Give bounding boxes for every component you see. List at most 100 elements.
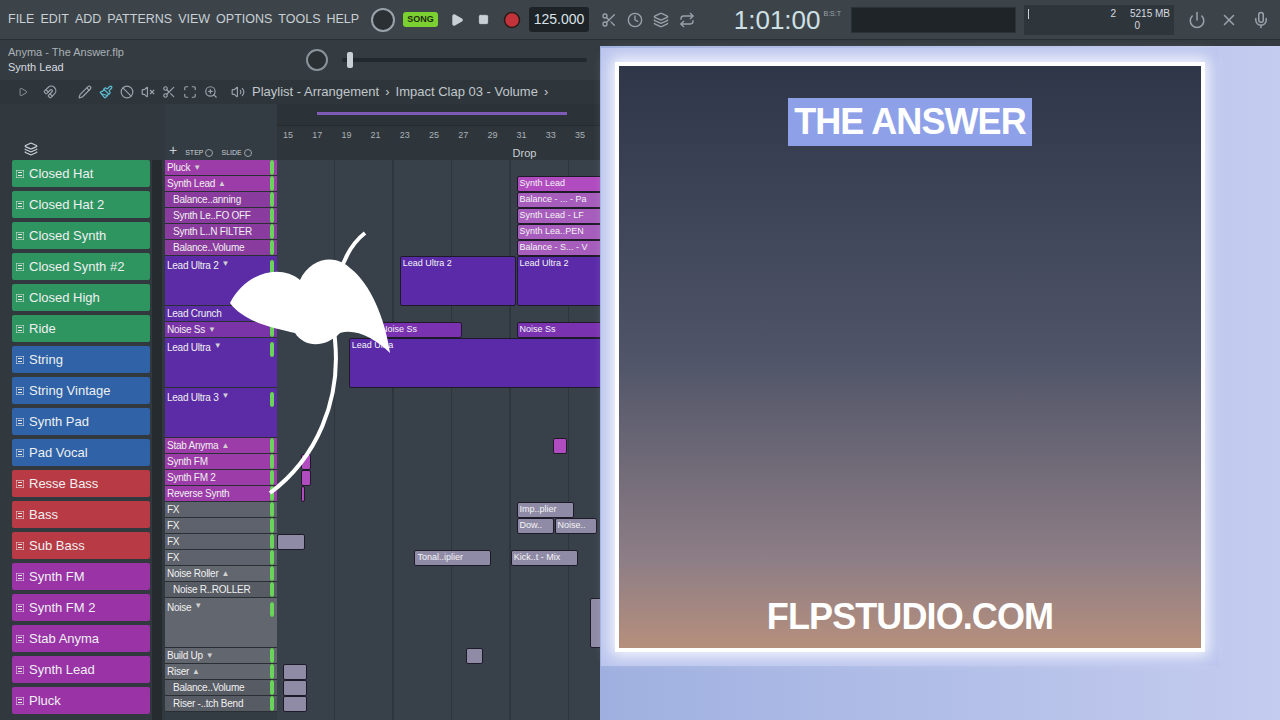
- track-toggle[interactable]: [270, 470, 274, 485]
- close-icon[interactable]: [1220, 11, 1238, 29]
- menu-item[interactable]: ADD: [75, 10, 101, 29]
- clip[interactable]: [301, 486, 305, 502]
- power-icon[interactable]: [1188, 11, 1206, 29]
- mic-icon[interactable]: [1252, 11, 1270, 29]
- track-toggle[interactable]: [270, 192, 274, 207]
- track-toggle[interactable]: [270, 602, 274, 617]
- track-toggle[interactable]: [270, 224, 274, 239]
- track-toggle[interactable]: [270, 648, 274, 663]
- track-toggle[interactable]: [270, 664, 274, 679]
- loop-icon[interactable]: [679, 12, 695, 28]
- track-toggle[interactable]: [270, 438, 274, 453]
- channel-button[interactable]: Pad Vocal: [12, 439, 150, 466]
- track-header[interactable]: Stab Anyma▲: [165, 438, 277, 454]
- clip[interactable]: [553, 438, 567, 454]
- channel-button[interactable]: Stab Anyma: [12, 625, 150, 652]
- expand-arrow[interactable]: ▼: [206, 650, 214, 662]
- select-icon[interactable]: [183, 85, 197, 99]
- record-icon[interactable]: [503, 11, 521, 29]
- arrow-icon[interactable]: [18, 87, 28, 97]
- track-header[interactable]: FX: [165, 502, 277, 518]
- pitch-knob[interactable]: [306, 49, 328, 71]
- track-header[interactable]: Noise R..ROLLER: [165, 582, 277, 598]
- clip[interactable]: Synth Lea..PEN: [517, 224, 604, 240]
- clip[interactable]: [301, 470, 312, 486]
- magnet-icon[interactable]: [43, 85, 57, 99]
- pattern-icon-button[interactable]: [653, 12, 669, 28]
- channel-button[interactable]: Closed Synth: [12, 222, 150, 249]
- clip[interactable]: Synth Lead: [517, 176, 604, 192]
- track-toggle[interactable]: [270, 566, 274, 581]
- track-header[interactable]: Noise Roller▲: [165, 566, 277, 582]
- track-toggle[interactable]: [270, 680, 274, 695]
- track-header[interactable]: FX: [165, 518, 277, 534]
- clip[interactable]: Balance - ... - Pa: [517, 192, 604, 208]
- menu-item[interactable]: EDIT: [40, 10, 68, 29]
- track-toggle[interactable]: [270, 582, 274, 597]
- track-toggle[interactable]: [270, 454, 274, 469]
- pencil-icon[interactable]: [78, 85, 92, 99]
- expand-arrow[interactable]: ▼: [221, 258, 229, 270]
- clip[interactable]: Tonal..iplier: [414, 550, 490, 566]
- track-header[interactable]: Lead Ultra▼: [165, 338, 277, 388]
- track-header[interactable]: Synth FM: [165, 454, 277, 470]
- breadcrumb-item[interactable]: Impact Clap 03 - Volume: [396, 82, 538, 102]
- track-header[interactable]: Synth Lead▲: [165, 176, 277, 192]
- slide-radio[interactable]: [244, 149, 252, 157]
- track-toggle[interactable]: [270, 240, 274, 255]
- clip[interactable]: [277, 534, 305, 550]
- channel-button[interactable]: Resse Bass: [12, 470, 150, 497]
- channel-button[interactable]: Bass: [12, 501, 150, 528]
- clip[interactable]: Synth Lead - LF: [517, 208, 604, 224]
- menu-item[interactable]: PATTERNS: [107, 10, 172, 29]
- clip[interactable]: Kick..t - Mix: [511, 550, 579, 566]
- channel-button[interactable]: String: [12, 346, 150, 373]
- piano-roll-icon[interactable]: [24, 142, 38, 156]
- breadcrumb-item[interactable]: Playlist - Arrangement: [252, 82, 379, 102]
- channel-scrollbar[interactable]: [152, 160, 162, 720]
- clip[interactable]: Noise Ss: [517, 322, 604, 338]
- track-header[interactable]: Build Up▼: [165, 648, 277, 664]
- menu-item[interactable]: FILE: [8, 10, 34, 29]
- stop-icon[interactable]: [478, 14, 489, 25]
- clip[interactable]: [466, 648, 484, 664]
- clip[interactable]: [283, 696, 307, 712]
- track-toggle[interactable]: [270, 160, 274, 175]
- expand-arrow[interactable]: ▼: [208, 324, 216, 336]
- track-header[interactable]: Lead Ultra 3▼: [165, 388, 277, 438]
- channel-button[interactable]: Pluck: [12, 687, 150, 714]
- channel-button[interactable]: Synth Lead: [12, 656, 150, 683]
- song-mode-button[interactable]: SONG: [403, 12, 438, 28]
- track-header[interactable]: Synth Le..FO OFF: [165, 208, 277, 224]
- track-header[interactable]: FX: [165, 550, 277, 566]
- expand-arrow[interactable]: ▼: [193, 162, 201, 174]
- track-toggle[interactable]: [270, 208, 274, 223]
- master-volume-knob[interactable]: [371, 8, 395, 32]
- track-toggle[interactable]: [270, 550, 274, 565]
- add-track-button[interactable]: +: [169, 142, 177, 158]
- track-toggle[interactable]: [270, 502, 274, 517]
- metronome-icon[interactable]: [627, 12, 643, 28]
- menu-item[interactable]: OPTIONS: [216, 10, 272, 29]
- channel-button[interactable]: Closed Synth #2: [12, 253, 150, 280]
- track-header[interactable]: Riser -..tch Bend: [165, 696, 277, 712]
- expand-arrow[interactable]: ▼: [194, 600, 202, 612]
- expand-arrow[interactable]: ▼: [221, 390, 229, 402]
- track-header[interactable]: Synth L..N FILTER: [165, 224, 277, 240]
- channel-button[interactable]: Synth Pad: [12, 408, 150, 435]
- expand-arrow[interactable]: ▲: [221, 440, 229, 452]
- channel-button[interactable]: Closed Hat: [12, 160, 150, 187]
- clip[interactable]: Lead Ultra 2: [400, 256, 516, 306]
- track-header[interactable]: Noise Ss▼: [165, 322, 277, 338]
- expand-arrow[interactable]: ▲: [221, 568, 229, 580]
- track-toggle[interactable]: [270, 176, 274, 191]
- track-header[interactable]: Synth FM 2: [165, 470, 277, 486]
- clip[interactable]: Lead Ultra 2: [517, 256, 604, 306]
- clip[interactable]: Noise Ss: [378, 322, 462, 338]
- track-header[interactable]: Balance..anning: [165, 192, 277, 208]
- menu-item[interactable]: TOOLS: [278, 10, 320, 29]
- channel-button[interactable]: Sub Bass: [12, 532, 150, 559]
- expand-arrow[interactable]: ▲: [192, 666, 200, 678]
- clip[interactable]: [283, 664, 307, 680]
- expand-arrow[interactable]: ▲: [218, 178, 226, 190]
